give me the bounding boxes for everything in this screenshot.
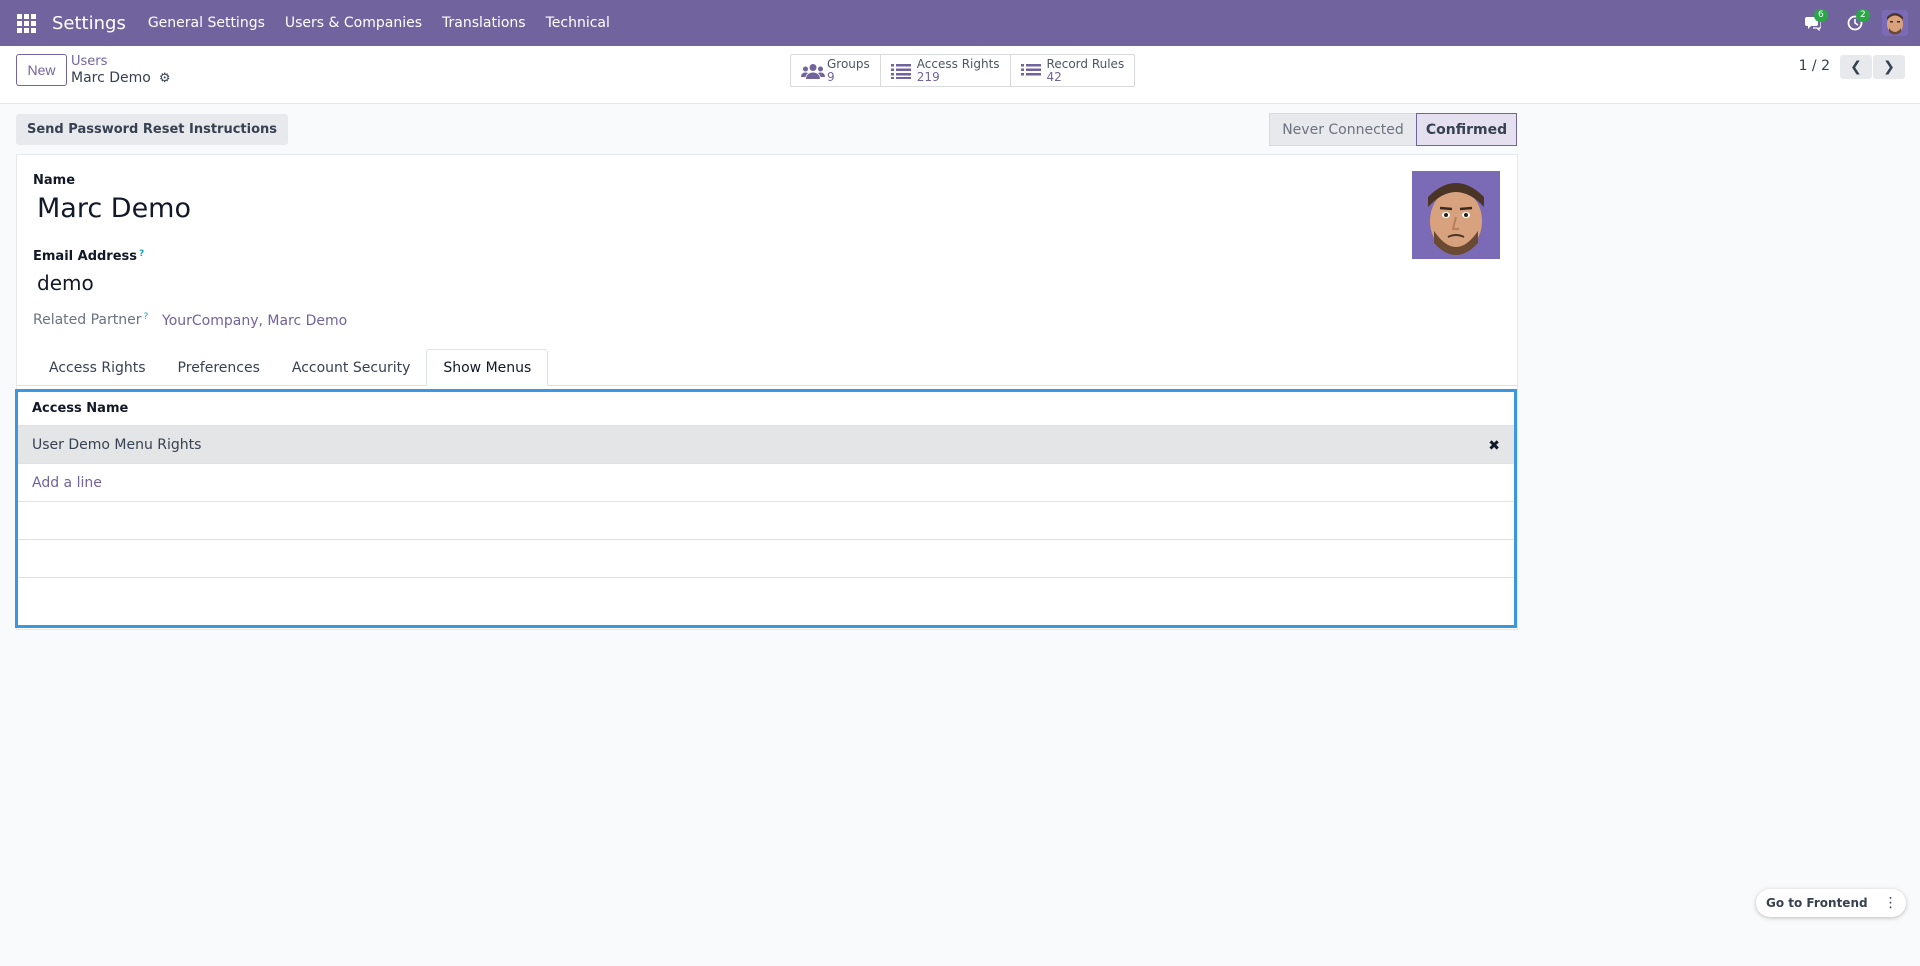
related-partner-label: Related Partner? [33, 312, 148, 328]
state-statusbar: Never Connected Confirmed [1269, 113, 1517, 146]
name-label: Name [33, 173, 76, 188]
users-icon [801, 63, 827, 79]
table-row[interactable]: User Demo Menu Rights ✖ [18, 426, 1514, 464]
empty-row [18, 540, 1514, 578]
access-rights-label: Access Rights [916, 56, 1000, 71]
more-vertical-icon[interactable]: ⋮ [1880, 892, 1902, 914]
chevron-right-icon: ❯ [1883, 59, 1895, 75]
row-access-name[interactable]: User Demo Menu Rights [32, 437, 201, 453]
groups-smart-button[interactable]: Groups 9 [791, 55, 881, 86]
status-never-connected[interactable]: Never Connected [1269, 113, 1416, 146]
top-navbar: Settings General Settings Users & Compan… [0, 0, 1920, 46]
pager-previous-button[interactable]: ❮ [1840, 55, 1872, 79]
column-header-access-name[interactable]: Access Name [18, 392, 1514, 426]
groups-label: Groups [827, 56, 870, 71]
notebook-tabs: Access Rights Preferences Account Securi… [17, 349, 1517, 386]
access-rights-count: 219 [916, 69, 940, 84]
user-avatar[interactable] [1882, 10, 1908, 36]
messaging-menu[interactable]: 6 [1792, 0, 1834, 46]
user-photo[interactable] [1412, 171, 1500, 259]
systray: 6 2 [1792, 0, 1920, 46]
send-password-reset-button[interactable]: Send Password Reset Instructions [16, 114, 289, 145]
chevron-left-icon: ❮ [1850, 59, 1862, 75]
menu-general-settings[interactable]: General Settings [148, 15, 265, 31]
delete-row-icon[interactable]: ✖ [1488, 438, 1500, 454]
help-tooltip-icon[interactable]: ? [144, 312, 149, 322]
record-rules-smart-button[interactable]: Record Rules 42 [1011, 55, 1135, 86]
tab-access-rights[interactable]: Access Rights [33, 349, 162, 386]
status-confirmed[interactable]: Confirmed [1416, 113, 1517, 146]
apps-grid-icon[interactable] [0, 0, 52, 46]
empty-row [18, 502, 1514, 540]
record-rules-label: Record Rules [1046, 56, 1125, 71]
messages-counter-badge: 6 [1814, 9, 1828, 22]
tab-preferences[interactable]: Preferences [162, 349, 276, 386]
help-tooltip-icon[interactable]: ? [139, 249, 144, 259]
go-to-frontend-button[interactable]: Go to Frontend [1756, 896, 1880, 910]
related-partner-link[interactable]: YourCompany, Marc Demo [162, 313, 347, 329]
app-brand[interactable]: Settings [52, 13, 126, 34]
menu-users-companies[interactable]: Users & Companies [285, 15, 422, 31]
gear-icon[interactable]: ⚙ [159, 71, 171, 86]
tab-show-menus[interactable]: Show Menus [426, 349, 549, 386]
email-field[interactable]: demo [37, 271, 94, 295]
email-label: Email Address? [33, 249, 144, 264]
add-a-line-link[interactable]: Add a line [18, 464, 1514, 502]
activities-counter-badge: 2 [1856, 9, 1870, 22]
breadcrumb-current-label: Marc Demo [71, 70, 151, 86]
email-label-text: Email Address [33, 249, 138, 264]
menu-translations[interactable]: Translations [442, 15, 526, 31]
activity-menu[interactable]: 2 [1834, 0, 1876, 46]
breadcrumb-current: Marc Demo ⚙ [71, 70, 171, 86]
list-icon [890, 63, 917, 79]
breadcrumb-users[interactable]: Users [71, 54, 107, 69]
related-partner-label-text: Related Partner [33, 312, 142, 328]
name-field[interactable]: Marc Demo [37, 193, 191, 224]
new-button[interactable]: New [16, 54, 67, 86]
record-rules-count: 42 [1046, 69, 1062, 84]
control-panel: New Users Marc Demo ⚙ Groups 9 Access Ri… [0, 46, 1920, 104]
pager-next-button[interactable]: ❯ [1873, 55, 1905, 79]
smart-buttons: Groups 9 Access Rights 219 Record Rules … [790, 54, 1136, 87]
menus-list: Access Name User Demo Menu Rights ✖ Add … [15, 389, 1517, 628]
menu-technical[interactable]: Technical [546, 15, 610, 31]
groups-count: 9 [827, 69, 835, 84]
go-to-frontend-widget: Go to Frontend ⋮ [1756, 889, 1906, 917]
form-sheet: Name Marc Demo Email Address? demo Relat… [15, 154, 1518, 630]
pager-value[interactable]: 1 / 2 [1799, 58, 1830, 74]
list-icon [1020, 63, 1047, 79]
access-rights-smart-button[interactable]: Access Rights 219 [881, 55, 1011, 86]
tab-account-security[interactable]: Account Security [276, 349, 426, 386]
